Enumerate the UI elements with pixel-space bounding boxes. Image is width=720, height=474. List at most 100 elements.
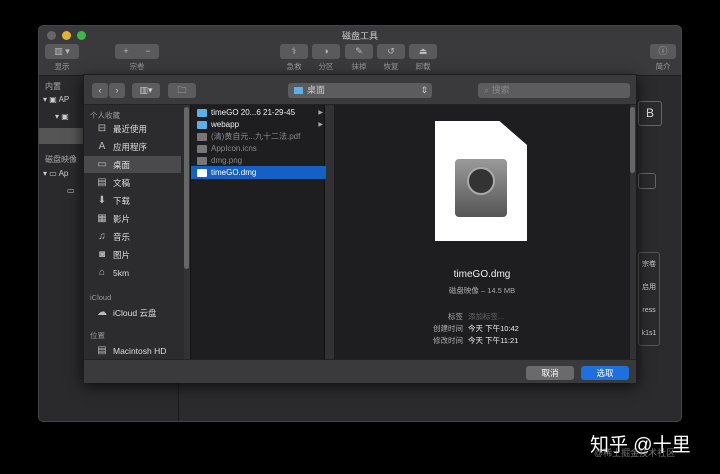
icloud-header: iCloud <box>90 293 112 302</box>
dialog-sidebar: 个人收藏 ⊟ 最近使用 A 应用程序 ▭ 桌面 ▤ 文稿 ⬇ 下载 ▦ 影片 ♫ 音乐 ◙ 图片 ⌂ 5km iC… <box>84 105 189 359</box>
sidebar-item-macintosh-hd[interactable]: ▤ Macintosh HD <box>84 342 181 359</box>
eject-icon: ⏏ <box>409 44 437 59</box>
new-folder-button[interactable]: 🗀 <box>168 83 196 98</box>
view-mode-button[interactable]: ▥▾ <box>132 83 160 98</box>
partition-icon: ◑ <box>312 44 340 59</box>
file-list-item[interactable]: timeGO.dmg <box>191 166 326 179</box>
sidebar-item[interactable]: ⊟ 最近使用 <box>84 120 181 137</box>
partition-button[interactable]: ◑ 分区 <box>312 44 340 72</box>
modified-label: 修改时间 <box>433 336 463 345</box>
back-button[interactable]: ‹ <box>92 83 108 98</box>
file-icon <box>197 156 207 165</box>
container-item[interactable]: ▾ ▣ <box>55 112 69 121</box>
sidebar-scrollbar[interactable] <box>184 107 189 269</box>
disk-image-volume[interactable]: ▭ <box>67 186 75 195</box>
sidebar-item-label: Macintosh HD <box>113 345 167 356</box>
disk-image-item[interactable]: ▾ ▭ Ap <box>43 169 68 178</box>
bg-k1s1: k1s1 <box>641 330 657 337</box>
sidebar-item[interactable]: ♫ 音乐 <box>84 228 181 245</box>
volume-buttons[interactable]: + − 宗卷 <box>115 44 159 72</box>
disclosure-arrow-icon: ▶ <box>318 122 323 128</box>
dmg-file-icon <box>435 121 527 241</box>
sidebar-item-label: 影片 <box>113 213 131 224</box>
bg-ress: ress <box>642 307 656 314</box>
music-icon: ♫ <box>98 231 106 242</box>
modified-value: 今天 下午11:21 <box>468 336 519 345</box>
forward-button[interactable]: › <box>109 83 125 98</box>
desktop-icon: ▭ <box>97 159 107 170</box>
preview-scrollbar[interactable] <box>630 107 635 173</box>
clock-icon: ⊟ <box>97 123 107 134</box>
watermark-sub: @稀土掘金技术社区 <box>594 448 676 458</box>
sidebar-item[interactable]: A 应用程序 <box>84 138 181 155</box>
stethoscope-icon: ⚕ <box>280 44 308 59</box>
created-value: 今天 下午10:42 <box>468 324 519 333</box>
file-name: dmg.png <box>211 156 243 165</box>
download-icon: ⬇ <box>97 195 107 206</box>
sidebar-item-icloud-drive[interactable]: ☁ iCloud 云盘 <box>84 304 181 321</box>
preview-file-name: timeGO.dmg <box>453 269 511 280</box>
info-label: 简介 <box>655 62 671 71</box>
restore-label: 恢复 <box>383 62 399 71</box>
restore-icon: ↺ <box>377 44 405 59</box>
info-button[interactable]: ⓘ 简介 <box>650 44 676 72</box>
file-column: timeGO 20...6 21-29-45 ▶ webapp ▶ (清)黄自元...九… <box>190 105 326 359</box>
sidebar-item-label: 5km <box>113 267 130 278</box>
unmount-button[interactable]: ⏏ 卸载 <box>409 44 437 72</box>
sidebar-item[interactable]: ▤ 文稿 <box>84 174 181 191</box>
display-label: 显示 <box>54 62 70 71</box>
file-name: timeGO.dmg <box>211 168 257 177</box>
search-placeholder: 搜索 <box>491 85 510 95</box>
background-info-panel: 宗卷 启用 ress k1s1 <box>638 252 660 346</box>
background-field <box>638 173 656 189</box>
disk-images-header: 磁盘映像 <box>45 155 77 164</box>
document-icon: ▤ <box>97 177 107 188</box>
display-button[interactable]: ▥ ▾ 显示 <box>45 44 79 72</box>
updown-icon: ⇕ <box>420 85 428 95</box>
choose-button[interactable]: 选取 <box>581 366 629 380</box>
selected-volume-item[interactable] <box>39 128 84 144</box>
location-label: 桌面 <box>307 85 326 95</box>
volume-label: 宗卷 <box>129 62 145 71</box>
first-aid-button[interactable]: ⚕ 急救 <box>280 44 308 72</box>
sidebar-item-label: 文稿 <box>113 177 131 188</box>
folder-icon <box>294 87 303 94</box>
disk-item[interactable]: ▾ ▣ AP <box>43 95 69 104</box>
erase-icon: ✎ <box>345 44 373 59</box>
file-icon <box>197 168 207 177</box>
restore-button[interactable]: ↺ 恢复 <box>377 44 405 72</box>
sidebar-item[interactable]: ◙ 图片 <box>84 246 181 263</box>
disk-label: AP <box>58 95 70 104</box>
erase-label: 抹掉 <box>351 62 367 71</box>
sidebar-item-label: 下载 <box>113 195 131 206</box>
disk-image-label: Ap <box>58 169 69 178</box>
preview-file-kind: 磁盘映像 – 14.5 MB <box>448 286 516 295</box>
dialog-button-bar: 取消 选取 <box>84 359 636 383</box>
applications-icon: A <box>98 141 106 152</box>
erase-button[interactable]: ✎ 抹掉 <box>345 44 373 72</box>
tags-input[interactable]: 添加标签... <box>468 311 504 322</box>
locations-header: 位置 <box>90 331 105 340</box>
sidebar-item[interactable]: ▭ 桌面 <box>84 156 181 173</box>
file-name: webapp <box>211 120 240 129</box>
sidebar-item[interactable]: ▦ 影片 <box>84 210 181 227</box>
first-aid-label: 急救 <box>286 62 302 71</box>
created-label: 创建时间 <box>433 324 463 333</box>
file-icon <box>197 144 207 153</box>
search-input[interactable]: ⌕ 搜索 <box>478 83 630 98</box>
unmount-label: 卸载 <box>415 62 431 71</box>
capacity-box: B <box>638 101 662 126</box>
folder-icon <box>197 108 207 117</box>
disk-image-icon <box>455 159 507 217</box>
sidebar-item[interactable]: ⬇ 下载 <box>84 192 181 209</box>
tags-label: 标签 <box>448 312 463 321</box>
file-name: AppIcon.icns <box>211 144 257 153</box>
search-icon: ⌕ <box>484 85 490 95</box>
cancel-button[interactable]: 取消 <box>526 366 574 380</box>
folder-icon <box>197 120 207 129</box>
sidebar-item-label: 音乐 <box>113 231 131 242</box>
sidebar-item-label: 最近使用 <box>113 123 148 134</box>
location-popup[interactable]: 桌面 ⇕ <box>288 83 432 98</box>
sidebar-item-label: 桌面 <box>113 159 131 170</box>
sidebar-item[interactable]: ⌂ 5km <box>84 264 181 281</box>
